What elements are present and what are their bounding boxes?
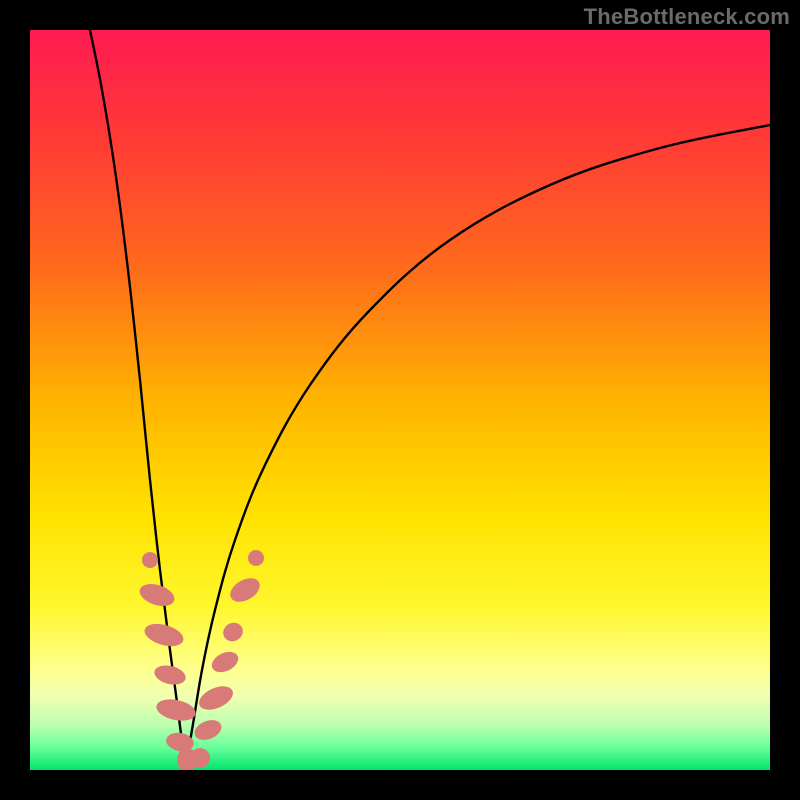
marker-12 <box>226 573 264 606</box>
marker-group <box>137 547 267 770</box>
marker-9 <box>195 682 236 715</box>
curve-left-branch <box>90 30 185 768</box>
attribution-text: TheBottleneck.com <box>584 4 790 30</box>
marker-3 <box>152 662 187 687</box>
curve-layer <box>30 30 770 770</box>
curve-right-branch <box>185 125 770 768</box>
marker-10 <box>208 648 241 676</box>
curve-group <box>90 30 770 768</box>
marker-4 <box>154 696 197 724</box>
marker-8 <box>192 716 225 743</box>
marker-11 <box>220 619 246 644</box>
marker-13 <box>245 547 267 569</box>
outer-frame: TheBottleneck.com <box>0 0 800 800</box>
plot-area <box>30 30 770 770</box>
marker-2 <box>142 620 186 650</box>
marker-1 <box>137 580 177 610</box>
